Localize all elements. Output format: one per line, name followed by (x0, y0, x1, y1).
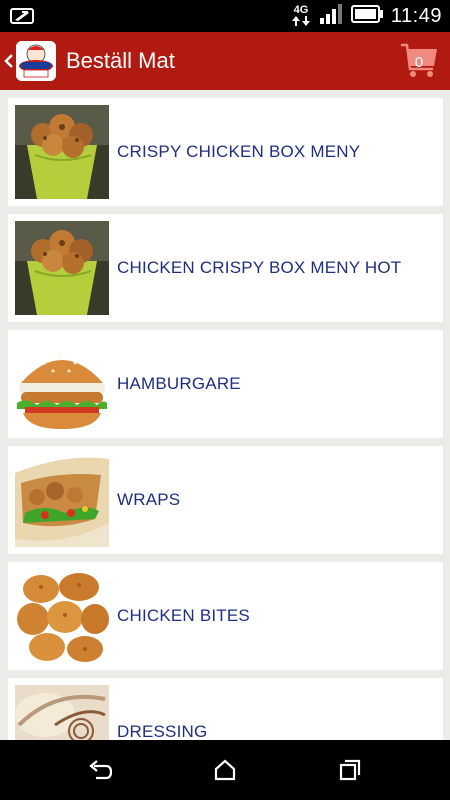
menu-list[interactable]: CRISPY CHICKEN BOX MENY CHICKEN CRISPY B… (0, 90, 450, 740)
item-label: CHICKEN BITES (117, 606, 250, 625)
app-bar: Beställ Mat 0 (0, 32, 450, 90)
status-bar: 4G 11:49 (0, 0, 450, 32)
battery-icon (350, 4, 383, 28)
crispy-chicken-box-image (15, 105, 109, 199)
list-item[interactable]: CHICKEN BITES (8, 562, 443, 670)
data-arrows-icon: 4G (291, 5, 311, 27)
back-icon[interactable] (88, 758, 113, 782)
item-label: CHICKEN CRISPY BOX MENY HOT (117, 258, 402, 277)
recents-icon[interactable] (338, 758, 362, 782)
chicken-logo-icon[interactable] (16, 41, 56, 81)
dressing-image (15, 685, 109, 740)
cart-count: 0 (414, 54, 424, 71)
item-label: DRESSING (117, 722, 208, 740)
list-item[interactable]: DRESSING (8, 678, 443, 740)
clock: 11:49 (390, 4, 442, 27)
cart-button[interactable]: 0 (400, 41, 438, 79)
item-label: HAMBURGARE (117, 374, 241, 393)
hamburger-image (15, 337, 109, 431)
item-label: CRISPY CHICKEN BOX MENY (117, 142, 361, 161)
crispy-chicken-box-hot-image (15, 221, 109, 315)
list-item[interactable]: HAMBURGARE (8, 330, 443, 438)
wrap-image (15, 453, 109, 547)
network-type: 4G (293, 4, 309, 16)
home-icon[interactable] (213, 758, 237, 782)
signal-icon (319, 3, 343, 30)
chevron-left-icon (4, 54, 13, 68)
list-item[interactable]: CHICKEN CRISPY BOX MENY HOT (8, 214, 443, 322)
chicken-bites-image (15, 569, 109, 663)
notification-icon (10, 6, 36, 26)
list-item[interactable]: WRAPS (8, 446, 443, 554)
system-nav-bar (0, 740, 450, 800)
up-navigation-button[interactable] (2, 32, 16, 90)
list-item[interactable]: CRISPY CHICKEN BOX MENY (8, 98, 443, 206)
page-title: Beställ Mat (66, 48, 175, 73)
item-label: WRAPS (117, 490, 181, 509)
